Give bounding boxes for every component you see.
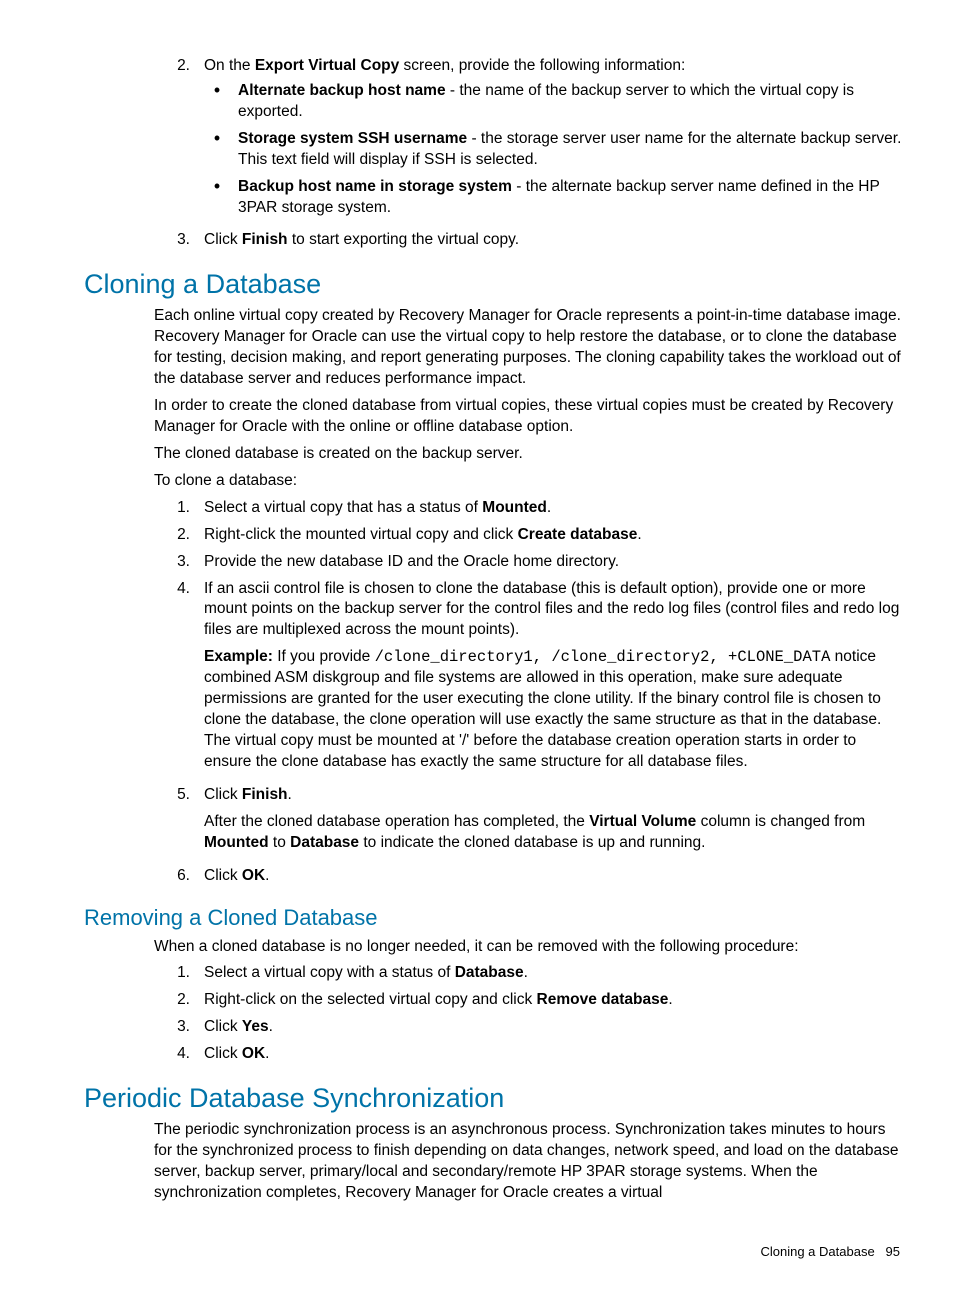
page-number: 95 <box>886 1244 900 1259</box>
text: column is changed from <box>696 813 865 830</box>
text: . <box>547 499 551 516</box>
paragraph: Each online virtual copy created by Reco… <box>154 306 904 390</box>
text: On the <box>204 57 255 74</box>
text: . <box>637 526 641 543</box>
text: Click <box>204 1045 242 1062</box>
list-number: 1. <box>154 498 204 519</box>
text: Provide the new database ID and the Orac… <box>204 553 619 570</box>
heading-periodic-sync: Periodic Database Synchronization <box>84 1083 904 1114</box>
export-vc-continued: 2. On the Export Virtual Copy screen, pr… <box>154 56 904 251</box>
list-number: 4. <box>154 1044 204 1065</box>
paragraph: In order to create the cloned database f… <box>154 396 904 438</box>
text: . <box>265 1045 269 1062</box>
text: Click <box>204 867 242 884</box>
text: to start exporting the virtual copy. <box>288 231 519 248</box>
text: If an ascii control file is chosen to cl… <box>204 580 899 639</box>
text: Click <box>204 1018 242 1035</box>
list-item: •Alternate backup host name - the name o… <box>204 81 904 123</box>
list-number: 3. <box>154 1017 204 1038</box>
list-item: 2.Right-click the mounted virtual copy a… <box>154 525 904 546</box>
list-item: 3.Click Yes. <box>154 1017 904 1038</box>
bold-text: Storage system SSH username <box>238 130 467 147</box>
list-number: 4. <box>154 579 204 779</box>
list-number: 6. <box>154 866 204 887</box>
cloning-body: Each online virtual copy created by Reco… <box>154 306 904 886</box>
bold-text: Virtual Volume <box>589 813 696 830</box>
text: . <box>269 1018 273 1035</box>
bold-text: Remove database <box>537 991 669 1008</box>
list-item: 4. If an ascii control file is chosen to… <box>154 579 904 779</box>
list-item: •Storage system SSH username - the stora… <box>204 129 904 171</box>
list-item: 5. Click Finish. After the cloned databa… <box>154 785 904 860</box>
bold-text: Finish <box>242 786 288 803</box>
list-item: 1.Select a virtual copy with a status of… <box>154 963 904 984</box>
bold-text: Example: <box>204 648 273 665</box>
bold-text: OK <box>242 1045 265 1062</box>
text: to indicate the cloned database is up an… <box>359 834 705 851</box>
list-item: 3. Click Finish to start exporting the v… <box>154 230 904 251</box>
list-number: 1. <box>154 963 204 984</box>
bold-text: Create database <box>518 526 638 543</box>
bold-text: Backup host name in storage system <box>238 178 512 195</box>
text: . <box>524 964 528 981</box>
removing-body: When a cloned database is no longer need… <box>154 937 904 1066</box>
text: . <box>265 867 269 884</box>
page-footer: Cloning a Database 95 <box>84 1244 904 1259</box>
list-item: 1.Select a virtual copy that has a statu… <box>154 498 904 519</box>
bold-text: Alternate backup host name <box>238 82 446 99</box>
list-number: 2. <box>154 990 204 1011</box>
bold-text: Yes <box>242 1018 269 1035</box>
bold-text: OK <box>242 867 265 884</box>
code-text: /clone_directory1, /clone_directory2, +C… <box>375 648 831 666</box>
text: Select a virtual copy that has a status … <box>204 499 482 516</box>
paragraph: To clone a database: <box>154 471 904 492</box>
text: to <box>269 834 291 851</box>
heading-cloning-database: Cloning a Database <box>84 269 904 300</box>
bold-text: Database <box>455 964 524 981</box>
bold-text: Mounted <box>204 834 269 851</box>
list-item: •Backup host name in storage system - th… <box>204 177 904 219</box>
bullet-icon: • <box>204 81 238 123</box>
periodic-body: The periodic synchronization process is … <box>154 1120 904 1204</box>
bullet-icon: • <box>204 129 238 171</box>
paragraph: The cloned database is created on the ba… <box>154 444 904 465</box>
list-number: 2. <box>154 56 204 224</box>
list-item: 6.Click OK. <box>154 866 904 887</box>
text: Click <box>204 231 242 248</box>
footer-section-label: Cloning a Database <box>760 1244 874 1259</box>
bold-text: Finish <box>242 231 288 248</box>
example-block: Example: If you provide /clone_directory… <box>204 647 904 773</box>
bold-text: Mounted <box>482 499 547 516</box>
text: screen, provide the following informatio… <box>399 57 685 74</box>
paragraph: When a cloned database is no longer need… <box>154 937 904 958</box>
list-item: 2.Right-click on the selected virtual co… <box>154 990 904 1011</box>
text: Right-click on the selected virtual copy… <box>204 991 537 1008</box>
list-item: 2. On the Export Virtual Copy screen, pr… <box>154 56 904 224</box>
sub-paragraph: After the cloned database operation has … <box>204 812 904 854</box>
text: Click <box>204 786 242 803</box>
bold-text: Export Virtual Copy <box>255 57 399 74</box>
export-steps-list: 2. On the Export Virtual Copy screen, pr… <box>154 56 904 251</box>
document-page: 2. On the Export Virtual Copy screen, pr… <box>0 0 954 1289</box>
text: Right-click the mounted virtual copy and… <box>204 526 518 543</box>
field-bullets: •Alternate backup host name - the name o… <box>204 81 904 219</box>
bullet-icon: • <box>204 177 238 219</box>
list-number: 3. <box>154 552 204 573</box>
text: . <box>668 991 672 1008</box>
list-number: 2. <box>154 525 204 546</box>
list-number: 3. <box>154 230 204 251</box>
text: . <box>288 786 292 803</box>
text: notice combined ASM diskgroup and file s… <box>204 648 881 770</box>
remove-steps: 1.Select a virtual copy with a status of… <box>154 963 904 1065</box>
list-item: 4.Click OK. <box>154 1044 904 1065</box>
bold-text: Database <box>290 834 359 851</box>
text: Select a virtual copy with a status of <box>204 964 455 981</box>
text: If you provide <box>273 648 375 665</box>
text: After the cloned database operation has … <box>204 813 589 830</box>
list-number: 5. <box>154 785 204 860</box>
paragraph: The periodic synchronization process is … <box>154 1120 904 1204</box>
heading-removing-cloned: Removing a Cloned Database <box>84 905 904 931</box>
list-item: 3.Provide the new database ID and the Or… <box>154 552 904 573</box>
clone-steps: 1.Select a virtual copy that has a statu… <box>154 498 904 887</box>
